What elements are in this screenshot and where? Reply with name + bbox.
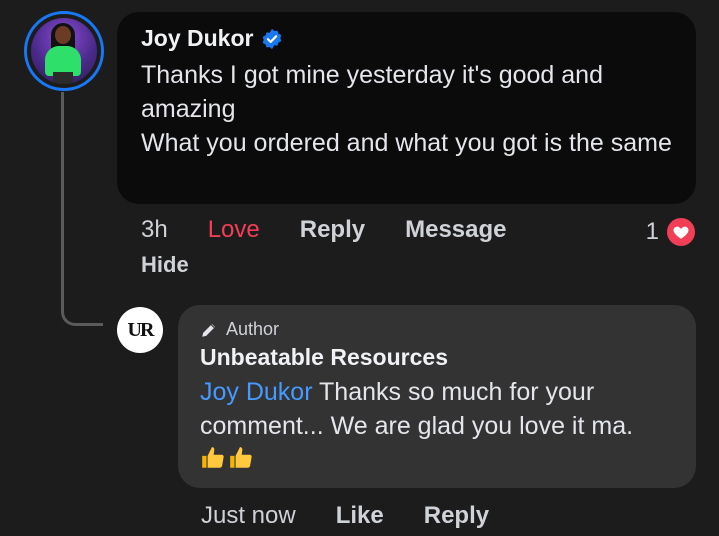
verified-badge-icon [261, 28, 283, 50]
thumbs-up-icon [200, 445, 226, 471]
author-badge: Author [200, 319, 674, 340]
hide-button[interactable]: Hide [141, 252, 189, 278]
reply-author-name[interactable]: Unbeatable Resources [200, 344, 674, 371]
message-button[interactable]: Message [405, 216, 506, 244]
avatar-monogram: UR [127, 318, 155, 341]
thread-connector-line [61, 92, 103, 326]
comment-actions: 3h Love Reply Message [141, 216, 507, 244]
profile-photo [31, 18, 97, 84]
comment-bubble: Joy Dukor Thanks I got mine yesterday it… [117, 12, 696, 204]
comment-thread: Joy Dukor Thanks I got mine yesterday it… [0, 0, 719, 536]
commenter-avatar[interactable] [24, 11, 104, 91]
heart-reaction-icon [665, 216, 697, 248]
pen-icon [200, 321, 218, 339]
comment-timestamp[interactable]: 3h [141, 216, 168, 244]
comment-author-name[interactable]: Joy Dukor [141, 25, 253, 52]
reply-text: Joy Dukor Thanks so much for your commen… [200, 375, 674, 443]
reply-timestamp[interactable]: Just now [201, 502, 296, 530]
emoji-row [200, 445, 674, 471]
like-button[interactable]: Like [336, 502, 384, 530]
author-badge-label: Author [226, 319, 280, 339]
comment-text: Thanks I got mine yesterday it's good an… [141, 61, 672, 157]
reply-actions: Just now Like Reply [201, 502, 489, 530]
reaction-summary[interactable]: 1 [646, 216, 697, 248]
reply-button[interactable]: Reply [300, 216, 365, 244]
love-reaction-button[interactable]: Love [208, 216, 260, 244]
reaction-count: 1 [645, 218, 659, 245]
mention-link[interactable]: Joy Dukor [200, 378, 313, 406]
thumbs-up-icon [228, 445, 254, 471]
reply-bubble: Author Unbeatable Resources Joy Dukor Th… [178, 305, 696, 488]
page-avatar[interactable]: UR [117, 307, 163, 353]
reply-to-reply-button[interactable]: Reply [424, 502, 489, 530]
